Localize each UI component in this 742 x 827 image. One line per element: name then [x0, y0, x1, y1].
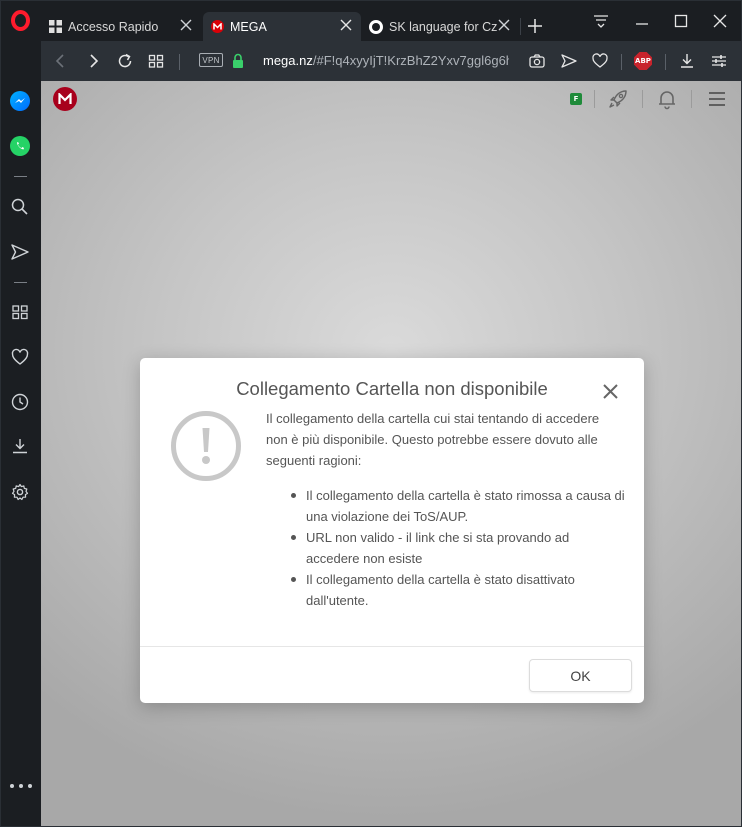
- tab-title: Accesso Rapido: [68, 19, 159, 34]
- warning-exclamation-icon: [171, 411, 241, 481]
- settings-gear-icon[interactable]: [10, 482, 30, 502]
- history-clock-icon[interactable]: [10, 392, 30, 412]
- snapshot-camera-icon[interactable]: [528, 52, 546, 70]
- main-menu-hamburger-icon[interactable]: [706, 88, 728, 110]
- address-bar: VPN mega.nz/#F!q4xyyIjT!KrzBhZ2Yxv7ggl6g…: [41, 41, 742, 81]
- list-item: Il collegamento della cartella è stato r…: [291, 485, 626, 527]
- maximize-icon[interactable]: [673, 13, 689, 29]
- search-icon[interactable]: [10, 197, 30, 217]
- flow-send-icon[interactable]: [10, 242, 30, 262]
- rocket-icon[interactable]: [607, 88, 629, 110]
- downloads-icon[interactable]: [678, 52, 696, 70]
- reasons-list: Il collegamento della cartella è stato r…: [291, 485, 626, 611]
- vpn-badge[interactable]: VPN: [199, 53, 223, 67]
- tab-github[interactable]: SK language for Cze: [363, 12, 519, 41]
- toolbar-divider: [179, 54, 180, 70]
- sidebar-divider: [14, 282, 27, 283]
- mega-favicon: [211, 20, 224, 33]
- adblock-plus-icon[interactable]: ABP: [634, 52, 652, 70]
- url-path: /#F!q4xyyIjT!KrzBhZ2Yxv7ggl6g6ho: [312, 53, 509, 68]
- easy-setup-sliders-icon[interactable]: [710, 52, 728, 70]
- dialog-message: Il collegamento della cartella cui stai …: [266, 411, 600, 468]
- shield-icon[interactable]: F: [570, 93, 582, 105]
- mega-logo[interactable]: [53, 87, 77, 111]
- send-to-flow-icon[interactable]: [560, 52, 578, 70]
- toolbar-divider: [621, 54, 622, 70]
- url-host: mega.nz: [263, 53, 313, 68]
- opera-menu-icon[interactable]: [11, 10, 30, 31]
- minimize-icon[interactable]: [634, 13, 650, 29]
- speed-dial-grid-icon: [49, 20, 62, 33]
- page-viewport: F Collegamento Cartella non disponibile …: [41, 81, 742, 827]
- tab-title: SK language for Cze: [389, 19, 497, 34]
- forward-icon[interactable]: [84, 52, 102, 70]
- sidebar-divider: [14, 176, 27, 177]
- header-divider: [642, 90, 643, 108]
- github-favicon: [369, 19, 383, 34]
- close-tab-icon[interactable]: [179, 18, 193, 32]
- close-window-icon[interactable]: [712, 13, 728, 29]
- messenger-icon[interactable]: [10, 91, 30, 111]
- whatsapp-icon[interactable]: [10, 136, 30, 156]
- toolbar-divider: [665, 54, 666, 70]
- sidebar: [0, 41, 41, 827]
- notifications-bell-icon[interactable]: [656, 88, 678, 110]
- new-tab-plus-icon[interactable]: [526, 17, 544, 35]
- tab-accesso-rapido[interactable]: Accesso Rapido: [41, 12, 201, 41]
- bookmark-heart-icon[interactable]: [591, 52, 609, 70]
- tabs-grid-icon[interactable]: [147, 52, 165, 70]
- dialog-title: Collegamento Cartella non disponibile: [236, 378, 548, 399]
- tab-title: MEGA: [230, 19, 267, 34]
- reload-icon[interactable]: [116, 52, 134, 70]
- downloads-icon[interactable]: [10, 436, 30, 456]
- title-bar: Accesso Rapido MEGA SK language for Cze: [0, 0, 742, 41]
- tab-menu-icon[interactable]: [593, 13, 609, 29]
- ok-button[interactable]: OK: [529, 659, 632, 692]
- lock-icon[interactable]: [231, 53, 245, 69]
- list-item: Il collegamento della cartella è stato d…: [291, 569, 626, 611]
- more-options-icon[interactable]: [10, 781, 32, 791]
- dialog-footer-divider: [140, 646, 644, 647]
- back-icon[interactable]: [52, 52, 70, 70]
- tab-mega[interactable]: MEGA: [203, 12, 361, 41]
- bookmarks-heart-icon[interactable]: [10, 347, 30, 367]
- url-field[interactable]: mega.nz/#F!q4xyyIjT!KrzBhZ2Yxv7ggl6g6ho: [263, 53, 509, 71]
- tab-separator: [520, 18, 521, 35]
- close-icon[interactable]: [602, 383, 619, 400]
- header-divider: [691, 90, 692, 108]
- close-tab-icon[interactable]: [339, 18, 353, 32]
- speed-dial-icon[interactable]: [10, 302, 30, 322]
- folder-unavailable-dialog: Collegamento Cartella non disponibile Il…: [140, 358, 644, 703]
- close-tab-icon[interactable]: [497, 18, 511, 32]
- list-item: URL non valido - il link che si sta prov…: [291, 527, 626, 569]
- header-divider: [594, 90, 595, 108]
